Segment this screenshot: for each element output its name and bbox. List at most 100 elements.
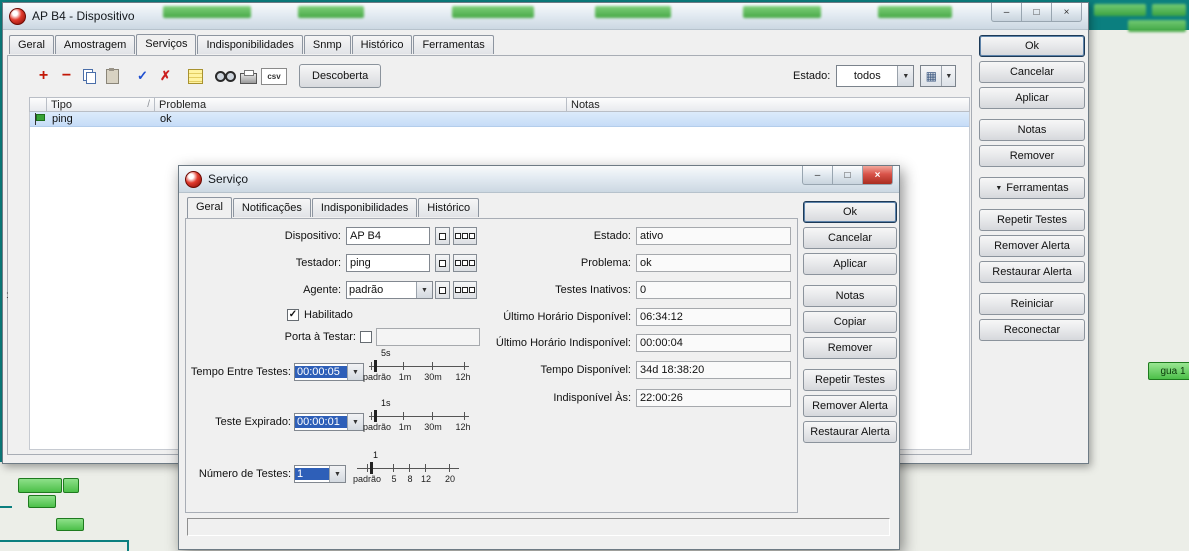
chevron-down-icon[interactable]: ▼	[897, 66, 914, 86]
teste-expirado-combobox[interactable]: 00:00:01 ▼	[294, 413, 364, 431]
ack-icon[interactable]: ✓	[132, 66, 153, 87]
tab-snmp[interactable]: Snmp	[303, 35, 351, 54]
testador-goto-button[interactable]	[435, 254, 450, 272]
cell-problema: ok	[160, 113, 172, 125]
restore-alert-button[interactable]: Restaurar Alerta	[803, 421, 897, 443]
remove-button[interactable]: Remover	[979, 145, 1085, 167]
map-node-label[interactable]: gua 1	[1148, 362, 1189, 380]
repeat-tests-button[interactable]: Repetir Testes	[979, 209, 1085, 231]
find-icon[interactable]	[215, 66, 236, 87]
dispositivo-field[interactable]: AP B4	[346, 227, 430, 245]
chevron-down-icon[interactable]: ▼	[416, 282, 432, 298]
cancel-button[interactable]: Cancelar	[803, 227, 897, 249]
table-row[interactable]: ping ok	[30, 112, 969, 127]
columns-split-button[interactable]: ▦ ▼	[920, 65, 957, 87]
map-node-box[interactable]	[18, 478, 62, 493]
print-icon[interactable]	[238, 66, 259, 87]
agente-combobox[interactable]: padrão ▼	[346, 281, 433, 299]
slider-thumb[interactable]	[374, 410, 377, 422]
minimize-button[interactable]: –	[802, 166, 833, 185]
teste-expirado-slider[interactable]: 1s padrão 1m 30m 12h	[363, 398, 471, 436]
ok-button[interactable]: Ok	[979, 35, 1085, 57]
header-problema[interactable]: Problema	[155, 97, 567, 112]
tab-geral[interactable]: Geral	[9, 35, 54, 54]
remove-icon[interactable]: −	[56, 66, 77, 87]
tools-menu-button[interactable]: ▼ Ferramentas	[979, 177, 1085, 199]
dialog-titlebar[interactable]: Serviço	[179, 166, 899, 193]
tab-indisponibilidades[interactable]: Indisponibilidades	[311, 198, 418, 217]
csv-export-icon[interactable]: csv	[261, 67, 287, 85]
problema-status-label: Problema:	[580, 257, 631, 269]
tab-amostragem[interactable]: Amostragem	[54, 35, 136, 54]
map-node-box[interactable]	[63, 478, 79, 493]
cancel-button[interactable]: Cancelar	[979, 61, 1085, 83]
remove-button[interactable]: Remover	[803, 337, 897, 359]
maximize-button[interactable]: □	[1021, 3, 1052, 22]
toolbar-separator	[178, 66, 185, 86]
ultimo-horario-disponivel-field: 06:34:12	[636, 308, 791, 326]
tempo-entre-testes-label: Tempo Entre Testes:	[190, 366, 291, 378]
tab-notificacoes[interactable]: Notificações	[232, 198, 311, 217]
tab-indisponibilidades[interactable]: Indisponibilidades	[197, 35, 303, 54]
habilitado-checkbox[interactable]	[287, 309, 299, 321]
tab-geral[interactable]: Geral	[187, 197, 232, 218]
tab-servicos[interactable]: Serviços	[136, 34, 197, 55]
tempo-entre-testes-combobox[interactable]: 00:00:05 ▼	[294, 363, 364, 381]
add-icon[interactable]: +	[33, 66, 54, 87]
estado-combobox[interactable]: todos ▼	[836, 65, 915, 87]
repeat-tests-button[interactable]: Repetir Testes	[803, 369, 897, 391]
redacted-map-label	[878, 6, 952, 18]
apply-button[interactable]: Aplicar	[803, 253, 897, 275]
grid-icon[interactable]: ▦	[921, 66, 941, 86]
remove-alert-button[interactable]: Remover Alerta	[803, 395, 897, 417]
map-node-box[interactable]	[56, 518, 84, 531]
copy-button[interactable]: Copiar	[803, 311, 897, 333]
chevron-down-icon[interactable]: ▼	[329, 466, 345, 482]
slider-track[interactable]	[369, 416, 469, 417]
numero-de-testes-slider[interactable]: 1 padrão 5 8 12 20	[353, 450, 459, 488]
cell-tipo: ping	[52, 113, 73, 125]
porta-checkbox[interactable]	[360, 331, 372, 343]
numero-de-testes-combobox[interactable]: 1 ▼	[294, 465, 346, 483]
teste-expirado-label: Teste Expirado:	[215, 416, 291, 428]
minimize-button[interactable]: –	[991, 3, 1022, 22]
testador-field[interactable]: ping	[346, 254, 430, 272]
agente-goto-button[interactable]	[435, 281, 450, 299]
dialog-tabs: Geral Notificações Indisponibilidades Hi…	[187, 197, 480, 218]
close-button[interactable]: ×	[1051, 3, 1082, 22]
estado-status-field: ativo	[636, 227, 791, 245]
notes-button[interactable]: Notas	[979, 119, 1085, 141]
apply-button[interactable]: Aplicar	[979, 87, 1085, 109]
problema-status-field: ok	[636, 254, 791, 272]
paste-icon[interactable]	[102, 66, 123, 87]
header-icon-column[interactable]	[29, 97, 47, 112]
reconnect-button[interactable]: Reconectar	[979, 319, 1085, 341]
header-tipo[interactable]: Tipo /	[47, 97, 155, 112]
slider-thumb[interactable]	[374, 360, 377, 372]
slider-value: 1s	[381, 398, 391, 408]
maximize-button[interactable]: □	[832, 166, 863, 185]
copy-icon[interactable]	[79, 66, 100, 87]
chevron-down-icon[interactable]: ▼	[347, 364, 363, 380]
notes-button[interactable]: Notas	[803, 285, 897, 307]
dispositivo-goto-button[interactable]	[435, 227, 450, 245]
close-button[interactable]: ×	[862, 166, 893, 185]
remove-alert-button[interactable]: Remover Alerta	[979, 235, 1085, 257]
map-node-box[interactable]	[28, 495, 56, 508]
redacted-map-label	[1128, 20, 1186, 32]
tab-historico[interactable]: Histórico	[418, 198, 480, 217]
header-notas[interactable]: Notas	[567, 97, 970, 112]
chevron-down-icon[interactable]: ▼	[347, 414, 363, 430]
tab-ferramentas[interactable]: Ferramentas	[413, 35, 494, 54]
chevron-down-icon[interactable]: ▼	[941, 66, 955, 86]
discover-button[interactable]: Descoberta	[299, 64, 382, 88]
ok-button[interactable]: Ok	[803, 201, 897, 223]
restore-alert-button[interactable]: Restaurar Alerta	[979, 261, 1085, 283]
slider-track[interactable]	[369, 366, 469, 367]
tab-historico[interactable]: Histórico	[351, 35, 413, 54]
note-icon[interactable]	[185, 66, 206, 87]
tempo-entre-testes-slider[interactable]: 5s padrão 1m 30m 12h	[363, 348, 471, 386]
unack-icon[interactable]: ✗	[155, 66, 176, 87]
slider-thumb[interactable]	[370, 462, 373, 474]
restart-button[interactable]: Reiniciar	[979, 293, 1085, 315]
